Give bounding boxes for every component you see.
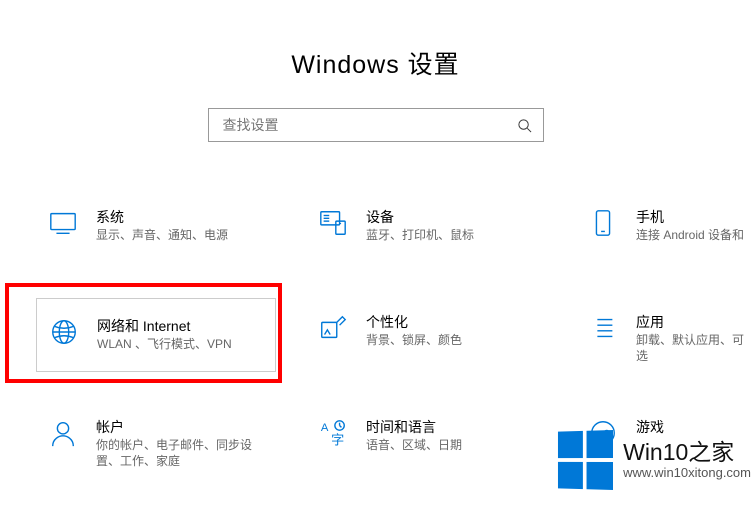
search-icon [517, 117, 533, 133]
windows-logo-icon [558, 430, 613, 490]
tile-desc: 语音、区域、日期 [366, 438, 462, 454]
tile-desc: 蓝牙、打印机、鼠标 [366, 228, 474, 244]
tile-title: 网络和 Internet [97, 317, 232, 335]
tile-apps[interactable]: 应用 卸载、默认应用、可选 [588, 313, 751, 364]
tile-title: 设备 [366, 208, 474, 226]
tile-title: 个性化 [366, 313, 462, 331]
page-title: Windows 设置 [0, 45, 751, 81]
svg-text:A: A [321, 422, 329, 434]
tile-network[interactable]: 网络和 Internet WLAN 、飞行模式、VPN [36, 298, 276, 372]
search-input[interactable] [221, 116, 517, 134]
svg-text:字: 字 [331, 432, 344, 447]
system-icon [48, 208, 78, 238]
time-language-icon: A 字 [318, 418, 348, 448]
personalization-icon [318, 313, 348, 343]
network-icon [49, 317, 79, 347]
tile-title: 时间和语言 [366, 418, 462, 436]
watermark-sub: www.win10xitong.com [623, 466, 751, 481]
accounts-icon [48, 418, 78, 448]
tile-system[interactable]: 系统 显示、声音、通知、电源 [48, 208, 228, 244]
tile-desc: 背景、锁屏、颜色 [366, 333, 462, 349]
tile-accounts[interactable]: 帐户 你的帐户、电子邮件、同步设置、工作、家庭 [48, 418, 266, 469]
tile-title: 手机 [636, 208, 744, 226]
apps-icon [588, 313, 618, 343]
tile-desc: 卸载、默认应用、可选 [636, 333, 751, 364]
tile-title: 帐户 [96, 418, 266, 436]
tile-title: 系统 [96, 208, 228, 226]
tile-desc: 显示、声音、通知、电源 [96, 228, 228, 244]
watermark-title: Win10之家 [623, 439, 751, 465]
tile-devices[interactable]: 设备 蓝牙、打印机、鼠标 [318, 208, 474, 244]
watermark: Win10之家 www.win10xitong.com [553, 430, 751, 490]
tile-personalization[interactable]: 个性化 背景、锁屏、颜色 [318, 313, 462, 349]
phone-icon [588, 208, 618, 238]
tile-desc: 你的帐户、电子邮件、同步设置、工作、家庭 [96, 438, 266, 469]
search-box[interactable] [208, 108, 544, 142]
devices-icon [318, 208, 348, 238]
tile-title: 应用 [636, 313, 751, 331]
tile-time-language[interactable]: A 字 时间和语言 语音、区域、日期 [318, 418, 462, 454]
tile-desc: 连接 Android 设备和 [636, 228, 744, 244]
tile-phone[interactable]: 手机 连接 Android 设备和 [588, 208, 744, 244]
tile-desc: WLAN 、飞行模式、VPN [97, 337, 232, 353]
